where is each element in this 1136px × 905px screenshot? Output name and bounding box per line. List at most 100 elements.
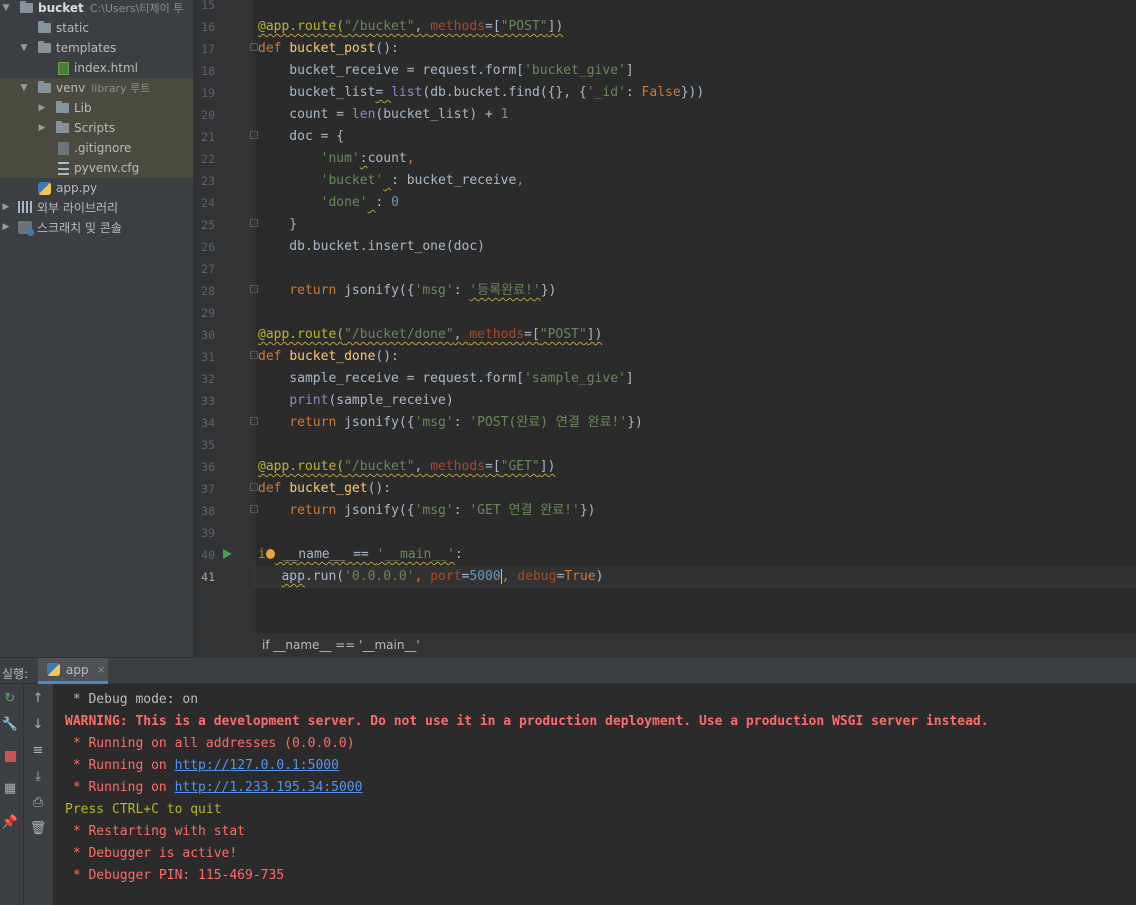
- chevron-down-icon[interactable]: ▼: [18, 43, 30, 53]
- chevron-right-icon[interactable]: ▶: [0, 222, 12, 232]
- code-line-26[interactable]: db.bucket.insert_one(doc): [258, 236, 485, 258]
- tree-item-scripts[interactable]: ▶ Scripts: [0, 118, 193, 138]
- chevron-down-icon[interactable]: ▼: [0, 3, 12, 13]
- code-line-33[interactable]: print(sample_receive): [258, 390, 453, 412]
- line-number: 31: [201, 350, 215, 364]
- tree-item-label: pyvenv.cfg: [74, 161, 140, 175]
- code-line-24[interactable]: 'done' : 0: [258, 192, 399, 214]
- pin-icon[interactable]: 📌: [2, 814, 18, 830]
- line-number: 39: [201, 526, 215, 540]
- line-number: 33: [201, 394, 215, 408]
- tree-item-pyvenv-cfg[interactable]: pyvenv.cfg: [0, 158, 193, 178]
- tree-item-label: bucket: [38, 1, 84, 15]
- tree-item-external-libraries[interactable]: ▶ 외부 라이브러리: [0, 197, 193, 217]
- python-file-icon: [38, 181, 51, 195]
- layout-icon[interactable]: ▦: [2, 780, 18, 796]
- line-number: 20: [201, 108, 215, 122]
- console-link[interactable]: http://1.233.195.34:5000: [175, 780, 363, 795]
- line-number: 18: [201, 64, 215, 78]
- chevron-down-icon[interactable]: ▼: [18, 83, 30, 93]
- breadcrumb-item[interactable]: if __name__ == '__main__': [262, 638, 420, 652]
- code-line-34[interactable]: return jsonify({'msg': 'POST(완료) 연결 완료!'…: [258, 412, 643, 434]
- line-number: 32: [201, 372, 215, 386]
- console-line: Press CTRL+C to quit: [65, 802, 222, 817]
- code-line-41[interactable]: app.run('0.0.0.0', port=5000, debug=True…: [258, 566, 603, 588]
- code-line-21[interactable]: doc = {: [258, 126, 344, 148]
- code-line-16[interactable]: @app.route("/bucket", methods=["POST"]): [258, 16, 563, 38]
- code-line-38[interactable]: return jsonify({'msg': 'GET 연결 완료!'}): [258, 500, 595, 522]
- folder-icon: [38, 41, 51, 53]
- code-line-25[interactable]: }: [258, 214, 297, 236]
- code-line-36[interactable]: @app.route("/bucket", methods=["GET"]): [258, 456, 555, 478]
- rerun-icon[interactable]: ↻: [2, 690, 18, 706]
- line-number: 23: [201, 174, 215, 188]
- scroll-to-end-icon[interactable]: ⤓: [30, 768, 46, 784]
- code-line-28[interactable]: return jsonify({'msg': '등록완료!'}): [258, 280, 556, 302]
- line-number: 29: [201, 306, 215, 320]
- tree-item-lib[interactable]: ▶ Lib: [0, 98, 193, 118]
- code-editor[interactable]: 15 16 17 18 19 20 21 22 23 24 25 26 27 2…: [193, 0, 1136, 633]
- line-number: 25: [201, 218, 215, 232]
- intention-bulb-icon[interactable]: [265, 548, 275, 559]
- code-line-40[interactable]: i __name__ == '__main__':: [258, 544, 463, 566]
- chevron-right-icon[interactable]: ▶: [36, 103, 48, 113]
- project-tool-window: ▼ bucket C:\Users\티제이 투 static ▼ templat…: [0, 0, 193, 657]
- close-icon[interactable]: ×: [97, 663, 106, 676]
- console-link[interactable]: http://127.0.0.1:5000: [175, 758, 339, 773]
- code-line-30[interactable]: @app.route("/bucket/done", methods=["POS…: [258, 324, 602, 346]
- indent-guide: [254, 54, 255, 633]
- code-line-19[interactable]: bucket_list= list(db.bucket.find({}, {'_…: [258, 82, 704, 104]
- line-number: 17: [201, 42, 215, 56]
- code-line-32[interactable]: sample_receive = request.form['sample_gi…: [258, 368, 633, 390]
- run-gutter-icon[interactable]: [223, 549, 232, 559]
- code-line-18[interactable]: bucket_receive = request.form['bucket_gi…: [258, 60, 633, 82]
- line-number: 34: [201, 416, 215, 430]
- line-number: 36: [201, 460, 215, 474]
- tree-item-index-html[interactable]: index.html: [0, 58, 193, 78]
- arrow-up-icon[interactable]: ↑: [30, 690, 46, 706]
- tree-item-label: .gitignore: [74, 141, 132, 155]
- tree-item-app-py[interactable]: app.py: [0, 178, 193, 198]
- code-line-22[interactable]: 'num':count,: [258, 148, 415, 170]
- arrow-down-icon[interactable]: ↓: [30, 716, 46, 732]
- config-file-icon: [58, 161, 69, 175]
- tree-item-label: 스크래치 및 콘솔: [37, 220, 122, 235]
- print-icon[interactable]: ⎙: [30, 794, 46, 810]
- tree-item-templates[interactable]: ▼ templates: [0, 38, 193, 58]
- folder-icon: [20, 1, 33, 13]
- line-number: 24: [201, 196, 215, 210]
- tree-item-label: Scripts: [74, 121, 116, 135]
- tree-item-static[interactable]: static: [0, 18, 193, 38]
- folder-icon: [56, 121, 69, 133]
- tree-item-label: Lib: [74, 101, 92, 115]
- console-line: * Debug mode: on: [65, 692, 199, 707]
- console-line: * Restarting with stat: [65, 824, 246, 839]
- soft-wrap-icon[interactable]: ≡: [30, 742, 46, 758]
- chevron-right-icon[interactable]: ▶: [0, 202, 12, 212]
- chevron-right-icon[interactable]: ▶: [36, 123, 48, 133]
- line-number: 28: [201, 284, 215, 298]
- code-line-17[interactable]: def bucket_post():: [258, 38, 399, 60]
- line-number: 27: [201, 262, 215, 276]
- tree-item-bucket[interactable]: ▼ bucket C:\Users\티제이 투: [0, 0, 193, 18]
- run-label: 실행:: [2, 667, 29, 681]
- code-line-23[interactable]: 'bucket' : bucket_receive,: [258, 170, 525, 192]
- tree-item-gitignore[interactable]: .gitignore: [0, 138, 193, 158]
- wrench-icon[interactable]: 🔧: [2, 716, 18, 732]
- tree-item-scratches[interactable]: ▶ 스크래치 및 콘솔: [0, 217, 193, 237]
- code-line-31[interactable]: def bucket_done():: [258, 346, 399, 368]
- run-tab-app[interactable]: app ×: [38, 658, 108, 684]
- code-line-20[interactable]: count = len(bucket_list) + 1: [258, 104, 508, 126]
- editor-gutter[interactable]: 15 16 17 18 19 20 21 22 23 24 25 26 27 2…: [193, 0, 258, 633]
- run-tab-label: app: [66, 662, 89, 677]
- fold-marker-icon[interactable]: [250, 43, 258, 51]
- console-line: WARNING: This is a development server. D…: [65, 714, 989, 729]
- breadcrumb[interactable]: if __name__ == '__main__': [193, 633, 1136, 657]
- run-toolbar-right: ↑ ↓ ≡ ⤓ ⎙ 🗑: [24, 684, 54, 905]
- tree-item-venv[interactable]: ▼ venv library 루트: [0, 78, 193, 98]
- line-number: 15: [201, 0, 215, 12]
- code-line-37[interactable]: def bucket_get():: [258, 478, 391, 500]
- stop-icon[interactable]: [2, 748, 18, 764]
- run-console[interactable]: * Debug mode: on WARNING: This is a deve…: [54, 684, 1136, 905]
- trash-icon[interactable]: 🗑: [30, 820, 47, 836]
